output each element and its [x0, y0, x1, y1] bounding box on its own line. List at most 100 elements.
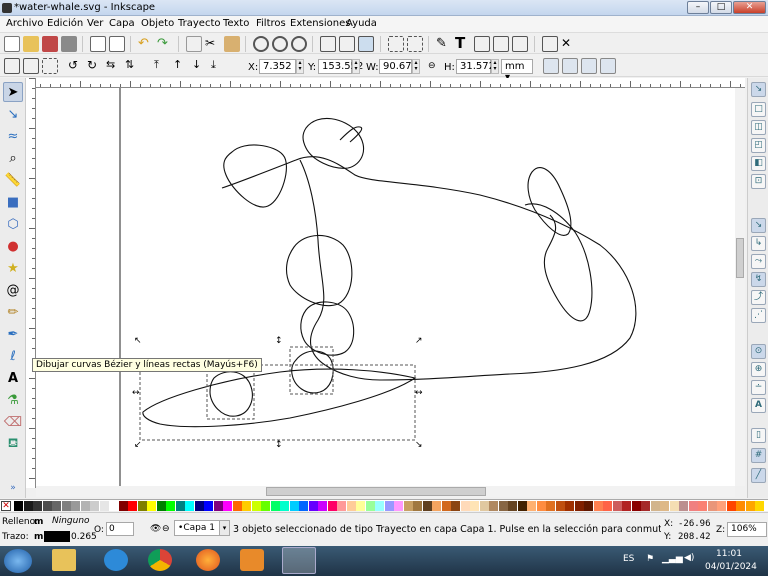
duplicate-icon[interactable] [320, 36, 336, 52]
media-player-icon[interactable] [240, 549, 264, 571]
snap-intersection-icon[interactable]: ⤳ [751, 254, 766, 269]
lower-icon[interactable]: ↓ [192, 58, 208, 74]
palette-swatch[interactable] [479, 501, 489, 511]
xml-editor-icon[interactable] [493, 36, 509, 52]
redo-icon[interactable]: ↷ [157, 36, 173, 52]
measure-tool-icon[interactable]: 📏 [3, 170, 23, 190]
start-button[interactable] [4, 549, 32, 573]
palette-swatch[interactable] [707, 501, 717, 511]
scale-handle-ne[interactable]: ↗ [415, 337, 423, 346]
snap-bbox-center-icon[interactable]: ⊡ [751, 174, 766, 189]
file-explorer-icon[interactable] [52, 549, 76, 571]
palette-swatch[interactable] [755, 501, 764, 511]
palette-swatch[interactable] [508, 501, 517, 511]
palette-swatch[interactable] [166, 501, 175, 511]
snap-midpoint-icon[interactable]: ⋰ [751, 308, 766, 323]
import-icon[interactable] [90, 36, 106, 52]
y-input[interactable]: 153.552 [318, 59, 363, 74]
vertical-scrollbar[interactable] [735, 88, 745, 486]
x-input[interactable]: 7.352 [259, 59, 296, 74]
flip-horizontal-icon[interactable]: ⇆ [106, 58, 122, 74]
signal-icon[interactable]: ▁▃▅ [662, 554, 683, 564]
palette-swatch[interactable] [546, 501, 555, 511]
snap-baseline-icon[interactable]: ∸ [751, 380, 766, 395]
visibility-icon[interactable]: 👁 [150, 524, 161, 534]
menu-edicion[interactable]: Edición [47, 18, 83, 29]
snap-page-icon[interactable]: ▯ [751, 428, 766, 443]
tray-flag-icon[interactable]: ⚑ [646, 554, 654, 564]
zoom-tool-icon[interactable]: ⌕ [3, 148, 23, 168]
pencil-tool-icon[interactable]: ✏ [3, 302, 23, 322]
zoom-page-icon[interactable] [291, 36, 307, 52]
palette-swatch[interactable] [698, 501, 707, 511]
ellipse-tool-icon[interactable]: ● [3, 236, 23, 256]
stroke-swatch[interactable] [44, 531, 70, 542]
w-spinner[interactable]: ▴ ▾ [412, 59, 420, 74]
palette-swatch[interactable] [90, 501, 99, 511]
menu-extensiones[interactable]: Extensiones [290, 18, 350, 29]
palette-swatch[interactable] [289, 501, 299, 511]
snap-guide-icon[interactable]: ╱ [751, 468, 766, 483]
zoom-input[interactable]: 106% [727, 522, 767, 537]
palette-swatch[interactable] [517, 501, 527, 511]
snap-toggle-icon[interactable]: ↘ [751, 82, 766, 97]
palette-swatch[interactable] [489, 501, 498, 511]
palette-swatch[interactable] [612, 501, 622, 511]
copy-icon[interactable] [186, 36, 202, 52]
transform-patterns-icon[interactable] [600, 58, 616, 74]
deselect-icon[interactable] [42, 58, 58, 74]
calligraphy-tool-icon[interactable]: ℓ [3, 346, 23, 366]
paint-bucket-tool-icon[interactable]: ⛾ [3, 434, 23, 454]
menu-ver[interactable]: Ver [87, 18, 103, 29]
palette-swatch[interactable] [470, 501, 479, 511]
opacity-input[interactable]: 0 [106, 522, 134, 536]
palette-swatch[interactable] [726, 501, 736, 511]
snap-smooth-icon[interactable]: ⤴ [751, 290, 766, 305]
pen-tool-icon[interactable]: ✒ [3, 324, 23, 344]
document-properties-icon[interactable] [542, 36, 558, 52]
spiral-tool-icon[interactable]: @ [3, 280, 23, 300]
layers-icon[interactable] [474, 36, 490, 52]
scale-handle-se[interactable]: ↘ [415, 441, 423, 450]
palette-swatch[interactable] [242, 501, 251, 511]
palette-swatch[interactable] [413, 501, 422, 511]
palette-swatch[interactable] [185, 501, 194, 511]
scale-handle-nw[interactable]: ↖ [134, 337, 142, 346]
palette-swatch[interactable] [71, 501, 80, 511]
menu-texto[interactable]: Texto [223, 18, 249, 29]
palette-swatch[interactable] [603, 501, 612, 511]
menu-archivo[interactable]: Archivo [6, 18, 43, 29]
scale-handle-sw[interactable]: ↙ [134, 441, 142, 450]
raise-icon[interactable]: ↑ [173, 58, 189, 74]
rotate-ccw-icon[interactable]: ↺ [68, 58, 84, 74]
palette-swatch[interactable] [109, 501, 118, 511]
snap-bbox-icon[interactable]: □ [751, 102, 766, 117]
palette-swatch[interactable] [660, 501, 669, 511]
snap-nodes-icon[interactable]: ↘ [751, 218, 766, 233]
palette-swatch[interactable] [156, 501, 166, 511]
palette-swatch[interactable] [118, 501, 128, 511]
palette-swatch[interactable] [280, 501, 289, 511]
palette-swatch[interactable] [270, 501, 280, 511]
spray-tool-icon[interactable]: ⚗ [3, 390, 23, 410]
menu-trayecto[interactable]: Trayecto [178, 18, 221, 29]
snap-cusp-icon[interactable]: ↯ [751, 272, 766, 287]
3d-box-tool-icon[interactable]: ⬡ [3, 214, 23, 234]
firefox-icon[interactable] [196, 549, 220, 571]
menu-ayuda[interactable]: Ayuda [346, 18, 377, 29]
palette-swatch[interactable] [736, 501, 745, 511]
x-spinner[interactable]: ▴ ▾ [296, 59, 304, 74]
export-icon[interactable] [109, 36, 125, 52]
palette-swatch[interactable] [432, 501, 441, 511]
star-tool-icon[interactable]: ★ [3, 258, 23, 278]
horizontal-scrollbar[interactable] [36, 486, 735, 497]
palette-swatch[interactable] [745, 501, 755, 511]
scale-handle-n[interactable]: ↕ [275, 337, 283, 346]
horizontal-scroll-thumb[interactable] [266, 487, 486, 496]
volume-icon[interactable]: ◀) [684, 553, 694, 563]
palette-swatch[interactable] [375, 501, 384, 511]
lock-icon[interactable]: ⊖ [428, 61, 436, 71]
selector-tool-icon[interactable]: ➤ [3, 82, 23, 102]
palette-swatch[interactable] [584, 501, 593, 511]
palette-swatch[interactable] [223, 501, 232, 511]
